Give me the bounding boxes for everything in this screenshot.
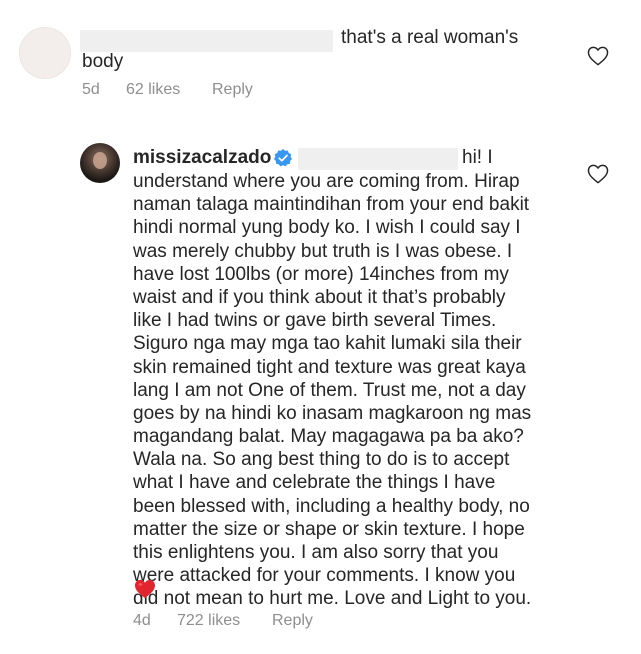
comment-line: did not mean to hurt me. Love and Light … [133, 588, 532, 610]
username[interactable]: missizacalzado [133, 146, 271, 170]
comment-time[interactable]: 4d [133, 612, 177, 630]
comment-line: been blessed with, including a healthy b… [133, 495, 530, 517]
comment-text-line-1: that's a real woman's [341, 27, 519, 48]
comment-line: magandang balat. May magagawa pa ba ako? [133, 426, 524, 448]
comment-line: goes by na hindi ko inasam magkaroon ng … [133, 402, 532, 424]
comment-line: waist and if you think about it that’s p… [133, 286, 506, 308]
comment-2: missizacalzado hi! I understand where yo… [0, 130, 641, 654]
like-heart-icon[interactable] [587, 46, 609, 66]
comment-line: like I had twins or gave birth several T… [133, 310, 497, 332]
comment-1: that's a real woman's body 5d 62 likes R… [0, 0, 641, 120]
comment-meta: 5d 62 likes Reply [82, 81, 253, 99]
user-avatar[interactable] [80, 143, 120, 183]
comment-line: was merely chubby but truth is I was obe… [133, 240, 513, 262]
comment-line: understand where you are coming from. Hi… [133, 171, 520, 192]
redacted-mention [298, 148, 458, 170]
comment-likes[interactable]: 722 likes [177, 612, 272, 630]
comment-line: skin remained tight and texture was grea… [133, 356, 526, 378]
comment-line: lang I am not One of them. Trust me, not… [133, 379, 526, 401]
comment-line: matter the size or shape or skin texture… [133, 518, 525, 540]
comment-line: hindi normal yung body ko. I wish I coul… [133, 217, 521, 239]
comment-line: were attacked for your comments. I know … [133, 565, 516, 587]
reply-button[interactable]: Reply [212, 81, 253, 99]
verified-badge-icon [274, 149, 292, 167]
comment-line: Wala na. So ang best thing to do is to a… [133, 449, 510, 471]
red-heart-emoji-icon [135, 579, 155, 599]
comment-body: understand where you are coming from. Hi… [133, 170, 531, 611]
comment-likes[interactable]: 62 likes [126, 81, 212, 99]
comment-line: Siguro nga may mga tao kahit lumaki sila… [133, 333, 522, 355]
comment-line: what I have and celebrate the things I h… [133, 472, 496, 494]
like-heart-icon[interactable] [587, 164, 609, 184]
comment-line: naman talaga maintindihan from your end … [133, 194, 530, 216]
comment-greeting: hi! I [462, 147, 493, 168]
reply-button[interactable]: Reply [272, 612, 313, 630]
redacted-username [80, 30, 333, 52]
comment-line: have lost 100lbs (or more) 14inches from… [133, 263, 509, 285]
commenter-avatar[interactable] [19, 27, 71, 79]
comment-text-line-2: body [82, 51, 124, 72]
comment-line: this enlightens you. I am also sorry tha… [133, 542, 499, 563]
comment-meta: 4d 722 likes Reply [133, 612, 313, 630]
comment-time[interactable]: 5d [82, 81, 126, 99]
